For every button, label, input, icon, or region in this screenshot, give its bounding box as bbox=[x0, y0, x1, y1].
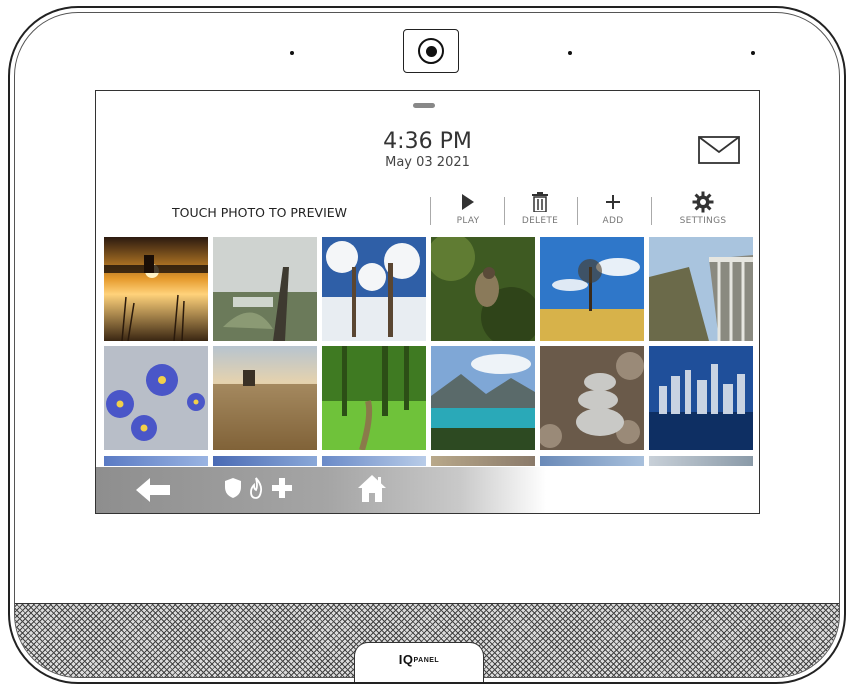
pull-down-handle[interactable] bbox=[413, 103, 435, 108]
photo-thumbnail[interactable] bbox=[431, 456, 535, 466]
clock-time: 4:36 PM bbox=[383, 129, 472, 154]
flame-icon[interactable] bbox=[248, 477, 264, 499]
photo-thumbnail[interactable] bbox=[104, 456, 208, 466]
sensor-dot bbox=[568, 51, 572, 55]
brand-badge: IQPANEL bbox=[354, 642, 484, 682]
medical-cross-icon[interactable] bbox=[272, 478, 292, 498]
bottom-nav-bar bbox=[96, 467, 758, 513]
brand-logo: IQPANEL bbox=[398, 652, 440, 667]
photo-thumbnail[interactable] bbox=[322, 456, 426, 466]
photo-thumbnail[interactable] bbox=[322, 346, 426, 450]
delete-button[interactable]: DELETE bbox=[504, 191, 576, 231]
photo-thumbnail[interactable] bbox=[213, 237, 317, 341]
play-button[interactable]: PLAY bbox=[432, 191, 504, 231]
photo-thumbnail[interactable] bbox=[431, 346, 535, 450]
photo-thumbnail[interactable] bbox=[213, 456, 317, 466]
camera-icon bbox=[403, 29, 459, 73]
photo-thumbnail[interactable] bbox=[540, 346, 644, 450]
photo-prompt: TOUCH PHOTO TO PREVIEW bbox=[172, 205, 348, 220]
photo-thumbnail[interactable] bbox=[540, 237, 644, 341]
gear-icon bbox=[692, 191, 714, 213]
touch-screen: 4:36 PM May 03 2021 TOUCH PHOTO TO PREVI… bbox=[95, 90, 760, 514]
photo-thumbnail[interactable] bbox=[104, 346, 208, 450]
photo-thumbnail[interactable] bbox=[104, 237, 208, 341]
back-arrow-icon[interactable] bbox=[136, 478, 170, 502]
photo-thumbnail[interactable] bbox=[213, 346, 317, 450]
photo-thumbnail[interactable] bbox=[431, 237, 535, 341]
home-icon[interactable] bbox=[356, 473, 388, 503]
photo-thumbnail[interactable] bbox=[322, 237, 426, 341]
divider bbox=[651, 197, 652, 225]
envelope-icon[interactable] bbox=[698, 136, 740, 164]
settings-button[interactable]: SETTINGS bbox=[667, 191, 739, 231]
photo-thumbnail[interactable] bbox=[649, 456, 753, 466]
add-button[interactable]: ADD bbox=[577, 191, 649, 231]
clock-date: May 03 2021 bbox=[385, 155, 470, 170]
play-icon bbox=[461, 191, 475, 213]
trash-icon bbox=[531, 191, 549, 213]
photo-thumbnail[interactable] bbox=[649, 237, 753, 341]
shield-icon[interactable] bbox=[224, 477, 242, 499]
photo-grid bbox=[104, 237, 754, 463]
photo-thumbnail[interactable] bbox=[649, 346, 753, 450]
sensor-dot bbox=[751, 51, 755, 55]
plus-icon bbox=[605, 191, 621, 213]
divider bbox=[430, 197, 431, 225]
photo-thumbnail[interactable] bbox=[540, 456, 644, 466]
sensor-dot bbox=[290, 51, 294, 55]
